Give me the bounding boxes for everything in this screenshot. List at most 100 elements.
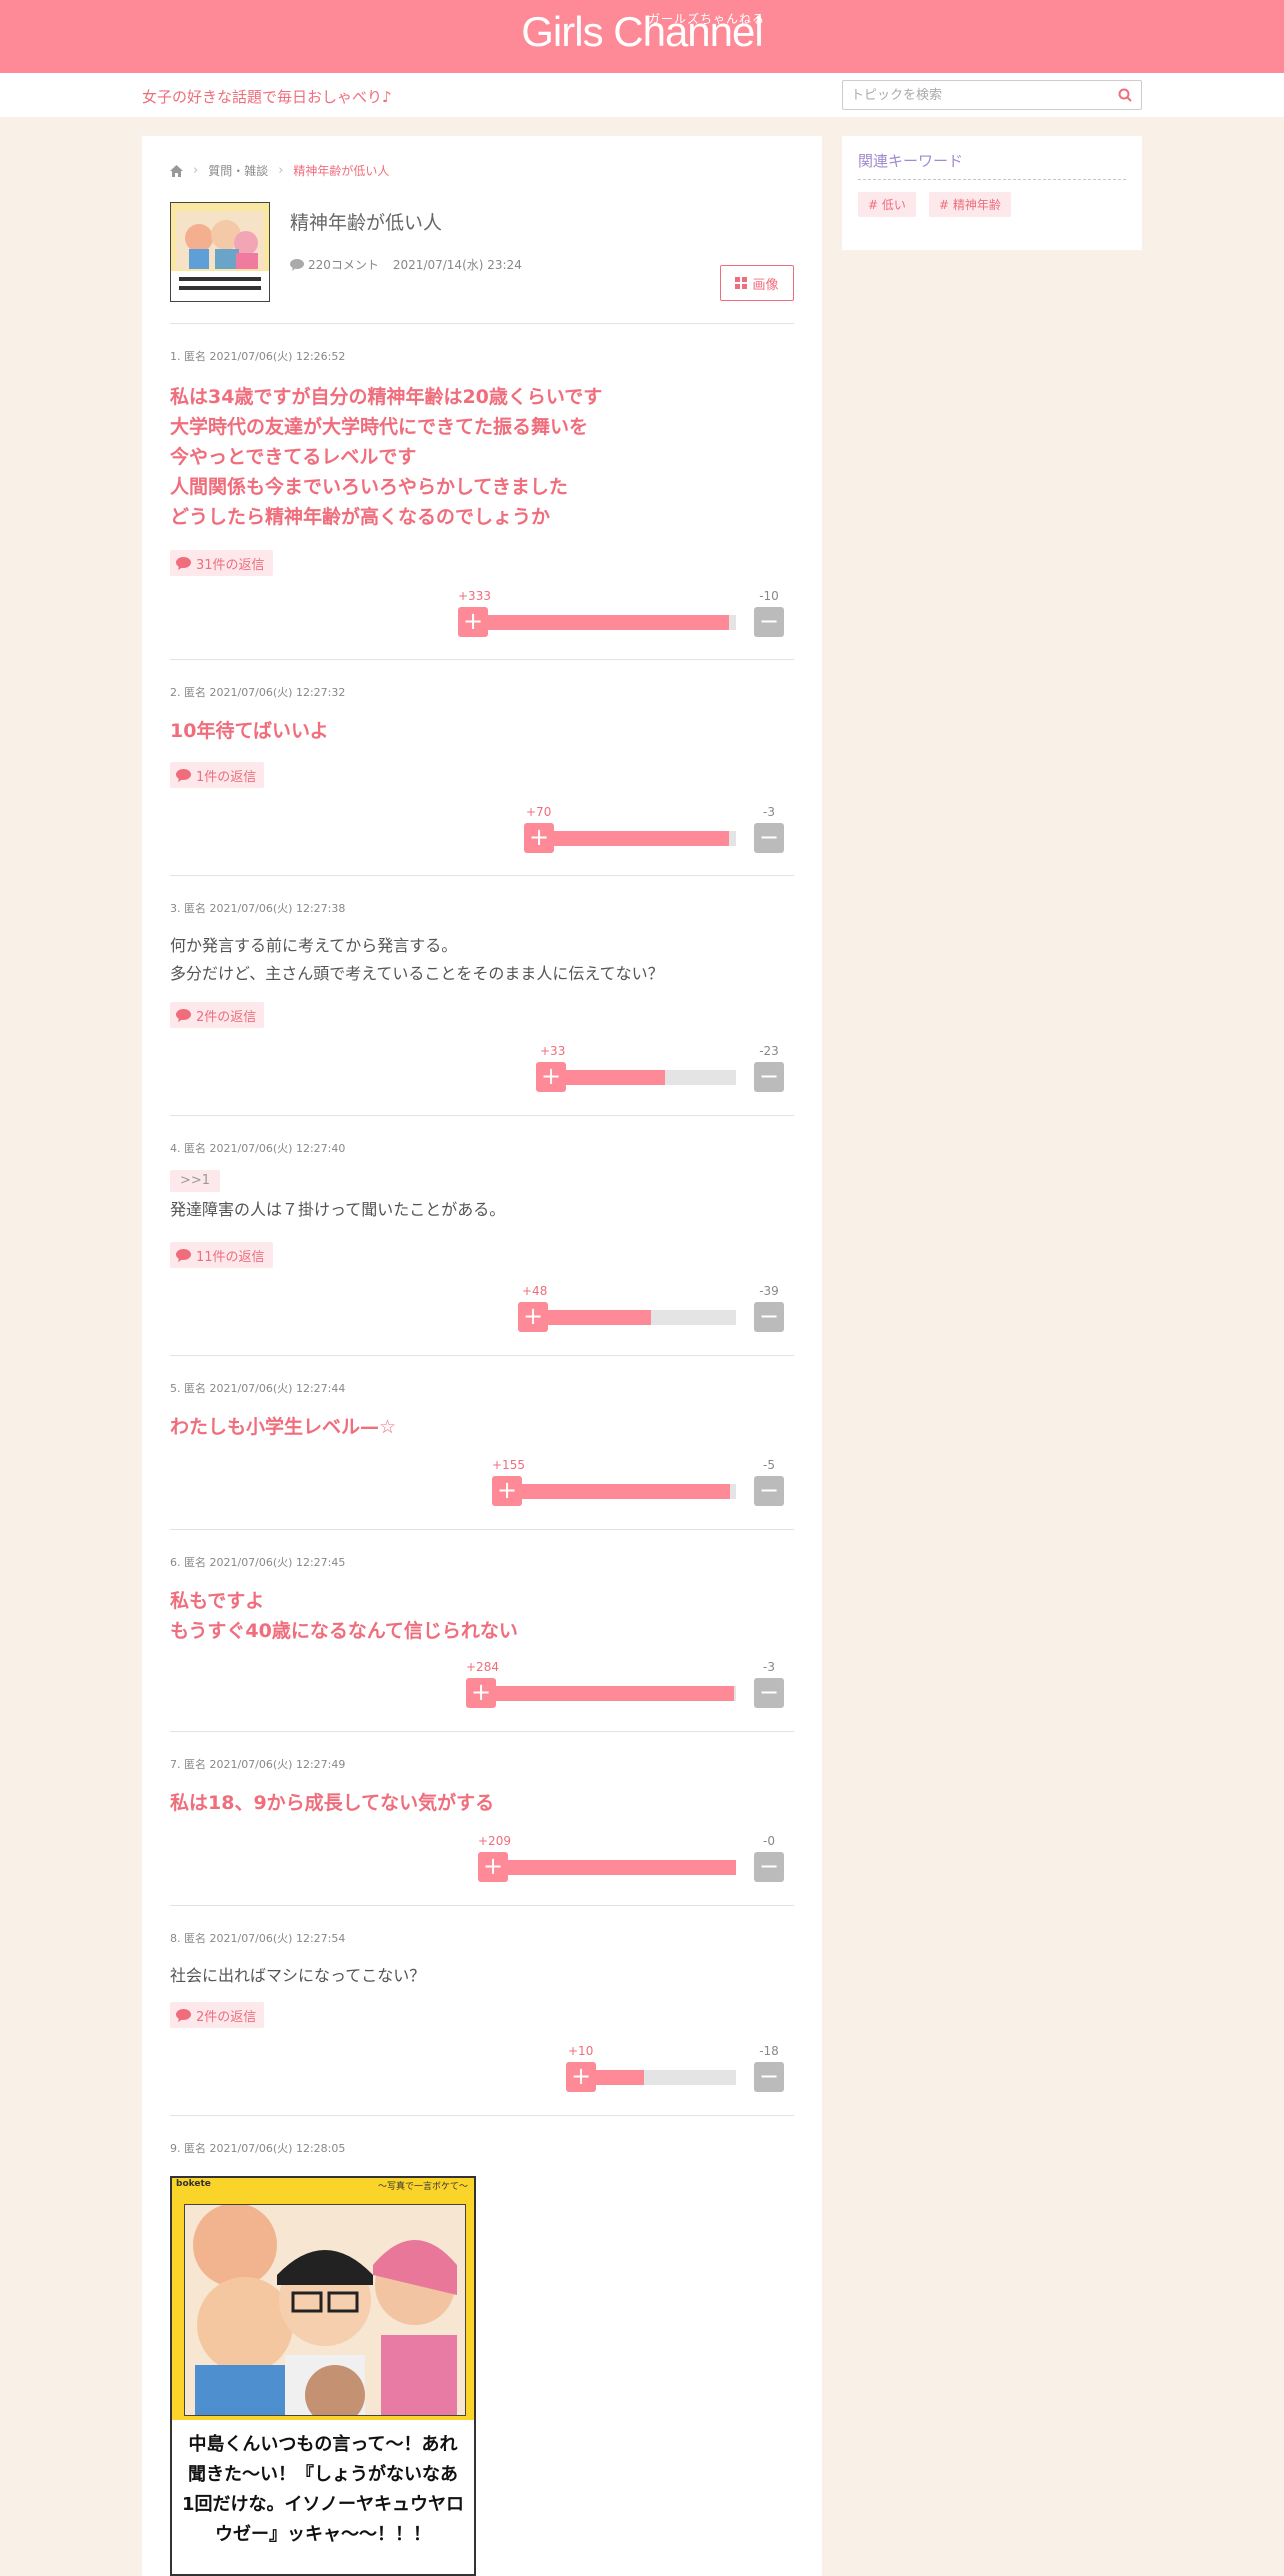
comment-meta: 2. 匿名 2021/07/06(火) 12:27:32 (170, 686, 346, 699)
minus-count: -5 (763, 1458, 775, 1472)
search-icon[interactable] (1117, 87, 1133, 103)
related-keywords-heading: 関連キーワード (858, 150, 1126, 180)
speech-bubble-icon (176, 2008, 191, 2022)
vote-widget: +284 -3 + − (466, 1660, 784, 1708)
comment-meta: 4. 匿名 2021/07/06(火) 12:27:40 (170, 1142, 346, 1155)
plus-button[interactable]: + (466, 1678, 496, 1708)
comment-item: 3. 匿名 2021/07/06(火) 12:27:38 何か発言する前に考えて… (170, 876, 794, 1116)
minus-count: -3 (763, 805, 775, 819)
topic-header: 精神年齢が低い人 220コメント 2021/07/14(水) 23:24 画像 (170, 202, 794, 324)
plus-count: +10 (568, 2044, 594, 2058)
reply-count: 1件の返信 (196, 769, 257, 785)
minus-button[interactable]: − (754, 823, 784, 853)
comment-body: 私は34歳ですが自分の精神年齢は20歳くらいです 大学時代の友達が大学時代にでき… (170, 386, 603, 528)
search-input[interactable] (843, 81, 1103, 109)
comment-body: 発達障害の人は７掛けって聞いたことがある。 (170, 1200, 506, 1219)
vote-bar (488, 615, 736, 630)
minus-count: -39 (759, 1284, 779, 1298)
vote-bar (554, 831, 736, 846)
vote-widget: +48 -39 + − (518, 1284, 784, 1332)
home-icon[interactable] (170, 164, 183, 177)
reply-button[interactable]: 1件の返信 (170, 762, 265, 788)
reply-button[interactable]: 31件の返信 (170, 550, 273, 576)
image-header: bokete 〜写真で一言ボケて〜 (172, 2178, 474, 2194)
speech-bubble-icon (176, 556, 191, 570)
plus-button[interactable]: + (478, 1852, 508, 1882)
plus-button[interactable]: + (518, 1302, 548, 1332)
plus-count: +70 (526, 805, 552, 819)
minus-button[interactable]: − (754, 1302, 784, 1332)
plus-button[interactable]: + (536, 1062, 566, 1092)
reply-button[interactable]: 11件の返信 (170, 1242, 273, 1268)
vote-bar-fill (554, 831, 729, 846)
vote-widget: +155 -5 + − (492, 1458, 784, 1506)
plus-button[interactable]: + (524, 823, 554, 853)
related-keywords-panel: 関連キーワード # 低い # 精神年齢 (842, 136, 1142, 250)
minus-button[interactable]: − (754, 1476, 784, 1506)
plus-count: +209 (478, 1834, 511, 1848)
comment-icon (290, 258, 304, 271)
topic-main: › 質問・雑談 › 精神年齢が低い人 精神年齢が低い人 220コメント 2021… (142, 136, 822, 2576)
comment-count: 220コメント (308, 258, 379, 272)
tagline: 女子の好きな話題で毎日おしゃべり♪ (142, 88, 392, 106)
vote-bar (564, 1070, 736, 1085)
minus-button[interactable]: − (754, 1852, 784, 1882)
comment-item: 1. 匿名 2021/07/06(火) 12:26:52 私は34歳ですが自分の… (170, 324, 794, 660)
minus-button[interactable]: − (754, 1678, 784, 1708)
vote-widget: +70 -3 + − (524, 805, 784, 853)
keyword-tag[interactable]: # 精神年齢 (928, 192, 1011, 217)
minus-button[interactable]: − (754, 1062, 784, 1092)
comment-image[interactable]: bokete 〜写真で一言ボケて〜 中島くんいつもの言って〜！あれ 聞きた〜い！… (170, 2176, 476, 2576)
comment-item: 5. 匿名 2021/07/06(火) 12:27:44 わたしも小学生レベル—… (170, 1356, 794, 1530)
vote-bar-fill (546, 1310, 651, 1325)
reply-anchor-link[interactable]: >>1 (170, 1170, 221, 1192)
minus-button[interactable]: − (754, 2062, 784, 2092)
plus-count: +155 (492, 1458, 525, 1472)
minus-count: -0 (763, 1834, 775, 1848)
topic-thumbnail[interactable] (170, 202, 270, 302)
comment-item: 6. 匿名 2021/07/06(火) 12:27:45 私もですよ もうすぐ4… (170, 1530, 794, 1732)
reply-count: 31件の返信 (196, 557, 265, 573)
vote-bar-fill (488, 615, 729, 630)
comment-meta: 9. 匿名 2021/07/06(火) 12:28:05 (170, 2142, 346, 2155)
keyword-tag[interactable]: # 低い (858, 192, 916, 217)
minus-button[interactable]: − (754, 607, 784, 637)
comment-meta: 8. 匿名 2021/07/06(火) 12:27:54 (170, 1932, 346, 1945)
vote-bar (520, 1484, 736, 1499)
image-gallery-button[interactable]: 画像 (720, 265, 794, 301)
vote-widget: +10 -18 + − (566, 2044, 784, 2092)
comment-meta: 3. 匿名 2021/07/06(火) 12:27:38 (170, 902, 346, 915)
comment-meta: 7. 匿名 2021/07/06(火) 12:27:49 (170, 1758, 346, 1771)
reply-button[interactable]: 2件の返信 (170, 2002, 265, 2028)
minus-count: -18 (759, 2044, 779, 2058)
vote-widget: +209 -0 + − (478, 1834, 784, 1882)
plus-button[interactable]: + (492, 1476, 522, 1506)
comment-item: 7. 匿名 2021/07/06(火) 12:27:49 私は18、9から成長し… (170, 1732, 794, 1906)
chevron-right-icon: › (193, 163, 199, 178)
reply-count: 2件の返信 (196, 1009, 257, 1025)
vote-bar-fill (592, 2070, 644, 2085)
bokete-brand: bokete (176, 2179, 211, 2189)
breadcrumb-current: 精神年齢が低い人 (293, 164, 390, 178)
breadcrumb: › 質問・雑談 › 精神年齢が低い人 (170, 162, 389, 179)
image-button-label: 画像 (752, 277, 779, 293)
reply-count: 2件の返信 (196, 2009, 257, 2025)
breadcrumb-category[interactable]: 質問・雑談 (208, 162, 268, 179)
vote-bar (508, 1860, 736, 1875)
plus-count: +333 (458, 589, 491, 603)
comment-item: 8. 匿名 2021/07/06(火) 12:27:54 社会に出ればマシになっ… (170, 1906, 794, 2116)
comment-body: 何か発言する前に考えてから発言する。 多分だけど、主さん頭で考えていることをその… (170, 936, 664, 983)
comment-item: 4. 匿名 2021/07/06(火) 12:27:40 >>1 発達障害の人は… (170, 1116, 794, 1356)
minus-count: -3 (763, 1660, 775, 1674)
image-caption: 中島くんいつもの言って〜！あれ 聞きた〜い！『しょうがないなあ 1回だけな。イソ… (172, 2420, 474, 2574)
vote-widget: +33 -23 + − (536, 1044, 784, 1092)
vote-bar-fill (508, 1860, 736, 1875)
site-logo[interactable]: Girls Channel ガールズちゃんねる (0, 8, 1284, 56)
vote-bar (546, 1310, 736, 1325)
comment-body: わたしも小学生レベル—☆ (170, 1416, 397, 1438)
minus-count: -23 (759, 1044, 779, 1058)
reply-button[interactable]: 2件の返信 (170, 1002, 265, 1028)
vote-bar-fill (496, 1686, 734, 1701)
grid-icon (735, 277, 748, 289)
plus-button[interactable]: + (458, 607, 488, 637)
